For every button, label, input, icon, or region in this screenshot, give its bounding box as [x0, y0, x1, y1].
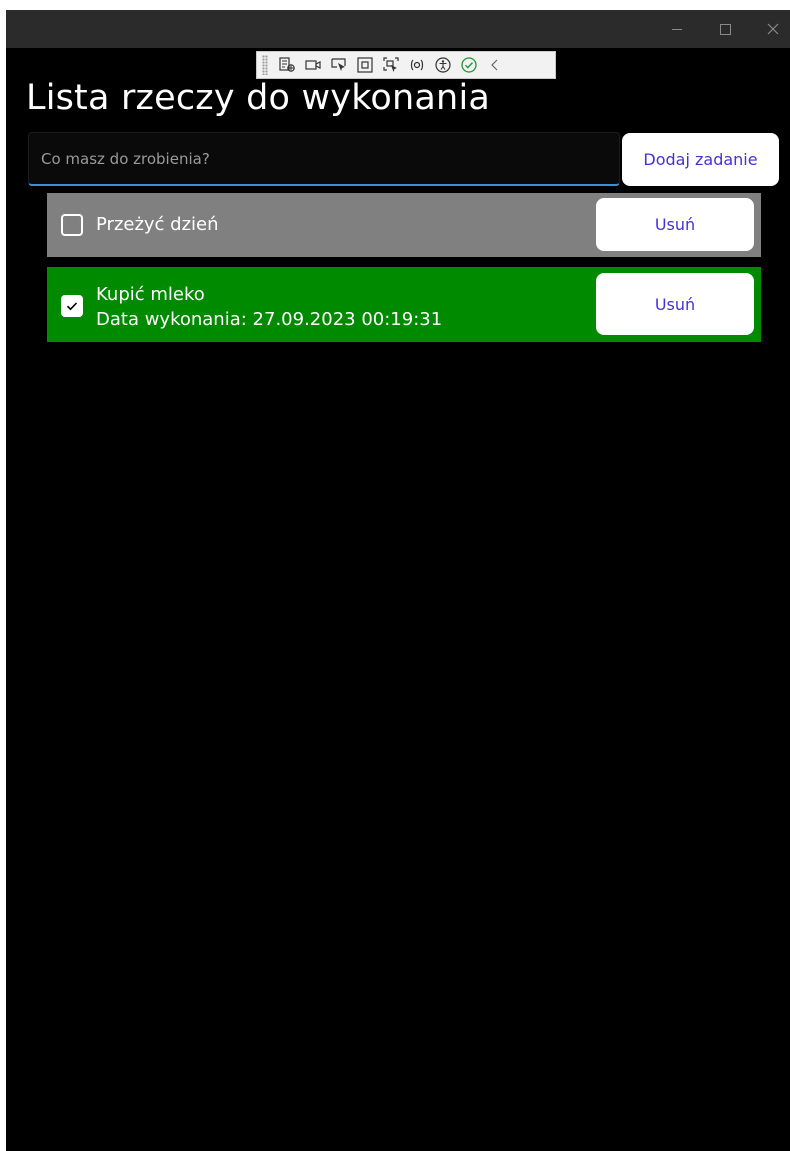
task-title: Kupić mleko: [96, 284, 205, 305]
maximize-icon: [719, 23, 731, 35]
maximize-button[interactable]: [702, 10, 748, 48]
hot-reload-ok-icon[interactable]: [456, 52, 482, 78]
close-button[interactable]: [750, 10, 790, 48]
close-icon: [767, 23, 779, 35]
title-bar[interactable]: [6, 10, 790, 48]
task-completed-date: Data wykonania: 27.09.2023 00:19:31: [96, 309, 443, 330]
page-title: Lista rzeczy do wykonania: [26, 78, 491, 118]
collapse-icon[interactable]: [482, 52, 508, 78]
task-checkbox[interactable]: [61, 214, 83, 236]
minimize-icon: [672, 28, 682, 30]
record-icon[interactable]: [300, 52, 326, 78]
select-element-icon[interactable]: [326, 52, 352, 78]
task-item: Przeżyć dzień Usuń: [47, 193, 761, 257]
remove-task-button[interactable]: Usuń: [596, 198, 754, 251]
checkmark-icon: [66, 302, 78, 311]
accessibility-checker-icon[interactable]: [430, 52, 456, 78]
xaml-debug-toolbar: [256, 51, 556, 79]
minimize-button[interactable]: [654, 10, 700, 48]
app-window: Lista rzeczy do wykonania Dodaj zadanie …: [6, 10, 790, 1151]
task-checkbox[interactable]: [61, 295, 83, 317]
add-task-button[interactable]: Dodaj zadanie: [622, 133, 779, 186]
track-focus-icon[interactable]: [378, 52, 404, 78]
live-visual-tree-icon[interactable]: [274, 52, 300, 78]
toolbar-grip-icon[interactable]: [262, 55, 268, 75]
binding-failures-icon[interactable]: [404, 52, 430, 78]
task-title: Przeżyć dzień: [96, 214, 219, 235]
remove-task-button[interactable]: Usuń: [596, 273, 754, 335]
display-layout-adorners-icon[interactable]: [352, 52, 378, 78]
task-item: Kupić mleko Data wykonania: 27.09.2023 0…: [47, 267, 761, 342]
new-task-input[interactable]: [28, 132, 620, 186]
